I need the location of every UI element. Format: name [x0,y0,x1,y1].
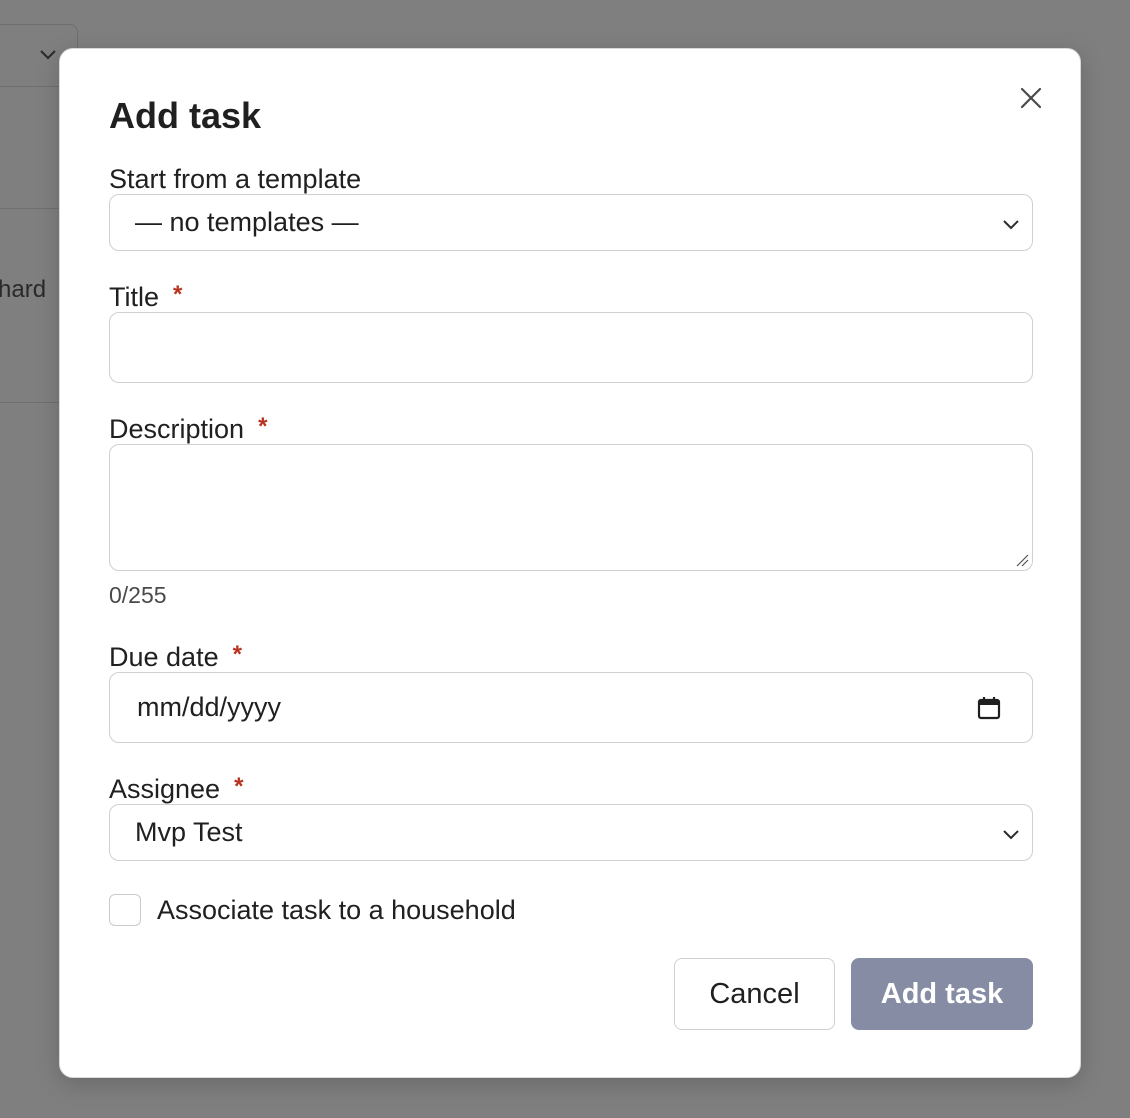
chevron-down-icon [1003,830,1019,840]
add-task-button[interactable]: Add task [851,958,1033,1030]
add-task-dialog: Add task Start from a template — no temp… [59,48,1081,1078]
calendar-icon[interactable] [976,695,1002,721]
resize-grip-icon[interactable] [1015,553,1029,567]
assignee-select[interactable]: Mvp Test [109,804,1033,861]
due-date-label: Due date * [109,641,242,673]
required-mark: * [173,281,183,308]
character-counter: 0/255 [109,582,167,608]
required-mark: * [258,413,268,440]
title-input[interactable] [109,312,1033,383]
template-label-text: Start from a template [109,164,362,194]
title-label-text: Title [109,282,160,312]
close-icon [1020,87,1042,109]
background-text: hard [0,276,47,303]
template-label: Start from a template [109,164,361,195]
title-label: Title * [109,281,183,313]
household-checkbox-row[interactable]: Associate task to a household [109,894,516,926]
description-textarea[interactable] [109,444,1033,571]
cancel-button[interactable]: Cancel [674,958,835,1030]
household-checkbox[interactable] [109,894,141,926]
assignee-label-text: Assignee [109,774,221,804]
close-button[interactable] [1016,83,1046,113]
description-label-text: Description [109,414,245,444]
assignee-label: Assignee * [109,773,244,805]
due-date-input[interactable]: mm/dd/yyyy [109,672,1033,743]
chevron-down-icon [1003,220,1019,230]
assignee-selected-value: Mvp Test [135,817,243,847]
date-placeholder: mm/dd/yyyy [137,692,282,722]
due-date-label-text: Due date [109,642,219,672]
description-label: Description * [109,413,268,445]
required-mark: * [232,641,242,668]
template-select[interactable]: — no templates — [109,194,1033,251]
chevron-down-icon [40,50,56,60]
template-selected-value: — no templates — [135,207,359,237]
dialog-title: Add task [109,95,262,136]
household-checkbox-label[interactable]: Associate task to a household [157,895,516,926]
required-mark: * [234,773,244,800]
